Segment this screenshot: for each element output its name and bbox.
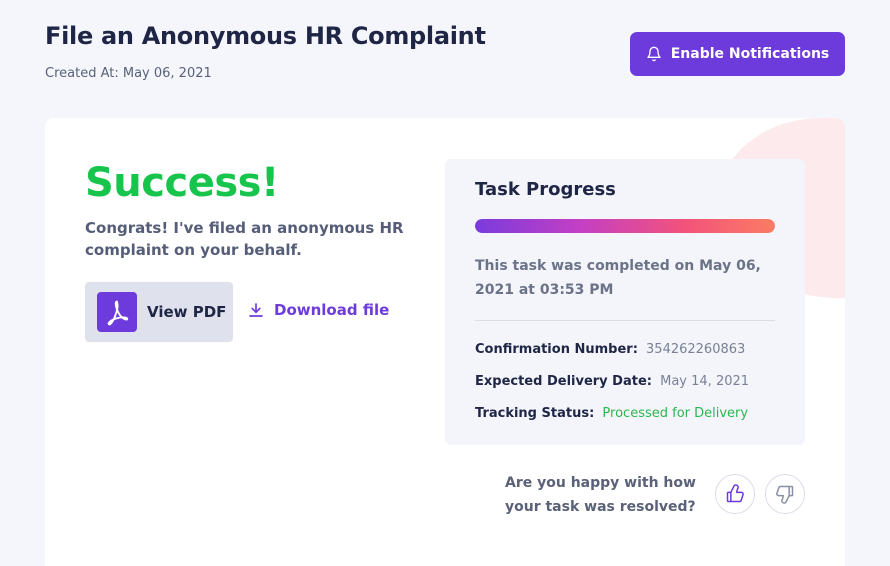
delivery-date-row: Expected Delivery Date: May 14, 2021 [475, 373, 749, 391]
feedback-question: Are you happy with how your task was res… [505, 475, 696, 515]
result-card: Success! Congrats! I've filed an anonymo… [45, 118, 845, 566]
success-message: Congrats! I've filed an anonymous HR com… [85, 219, 404, 259]
success-title: Success! [85, 160, 279, 206]
pdf-icon [97, 292, 137, 332]
confirmation-number-row: Confirmation Number: 354262260863 [475, 341, 745, 359]
page-title: File an Anonymous HR Complaint [45, 22, 486, 50]
task-progress-title: Task Progress [475, 179, 616, 200]
thumbs-down-button[interactable] [765, 474, 805, 514]
delivery-date-value: May 14, 2021 [660, 374, 750, 389]
task-progress-panel: Task Progress This task was completed on… [445, 159, 805, 445]
confirmation-number-label: Confirmation Number: [475, 342, 638, 357]
thumbs-up-icon [725, 484, 745, 504]
delivery-date-label: Expected Delivery Date: [475, 374, 652, 389]
tracking-status-value: Processed for Delivery [602, 406, 749, 421]
thumbs-down-icon [775, 484, 795, 504]
page: File an Anonymous HR Complaint Created A… [0, 0, 890, 566]
thumbs-up-button[interactable] [715, 474, 755, 514]
progress-bar-fill [475, 219, 775, 233]
download-file-label: Download file [274, 301, 390, 319]
view-pdf-label: View PDF [147, 303, 227, 321]
completion-text: This task was completed on May 06, 2021 … [475, 258, 761, 298]
enable-notifications-label: Enable Notifications [670, 46, 830, 62]
bell-icon [646, 46, 662, 62]
progress-bar [475, 219, 775, 233]
created-date: Created At: May 06, 2021 [45, 66, 212, 81]
tracking-status-label: Tracking Status: [475, 406, 595, 421]
divider [475, 320, 775, 321]
download-file-link[interactable]: Download file [247, 301, 389, 319]
view-pdf-button[interactable]: View PDF [85, 282, 233, 342]
confirmation-number-value: 354262260863 [646, 342, 746, 357]
tracking-status-row: Tracking Status: Processed for Delivery [475, 405, 748, 423]
enable-notifications-button[interactable]: Enable Notifications [630, 32, 845, 76]
download-icon [247, 301, 265, 319]
